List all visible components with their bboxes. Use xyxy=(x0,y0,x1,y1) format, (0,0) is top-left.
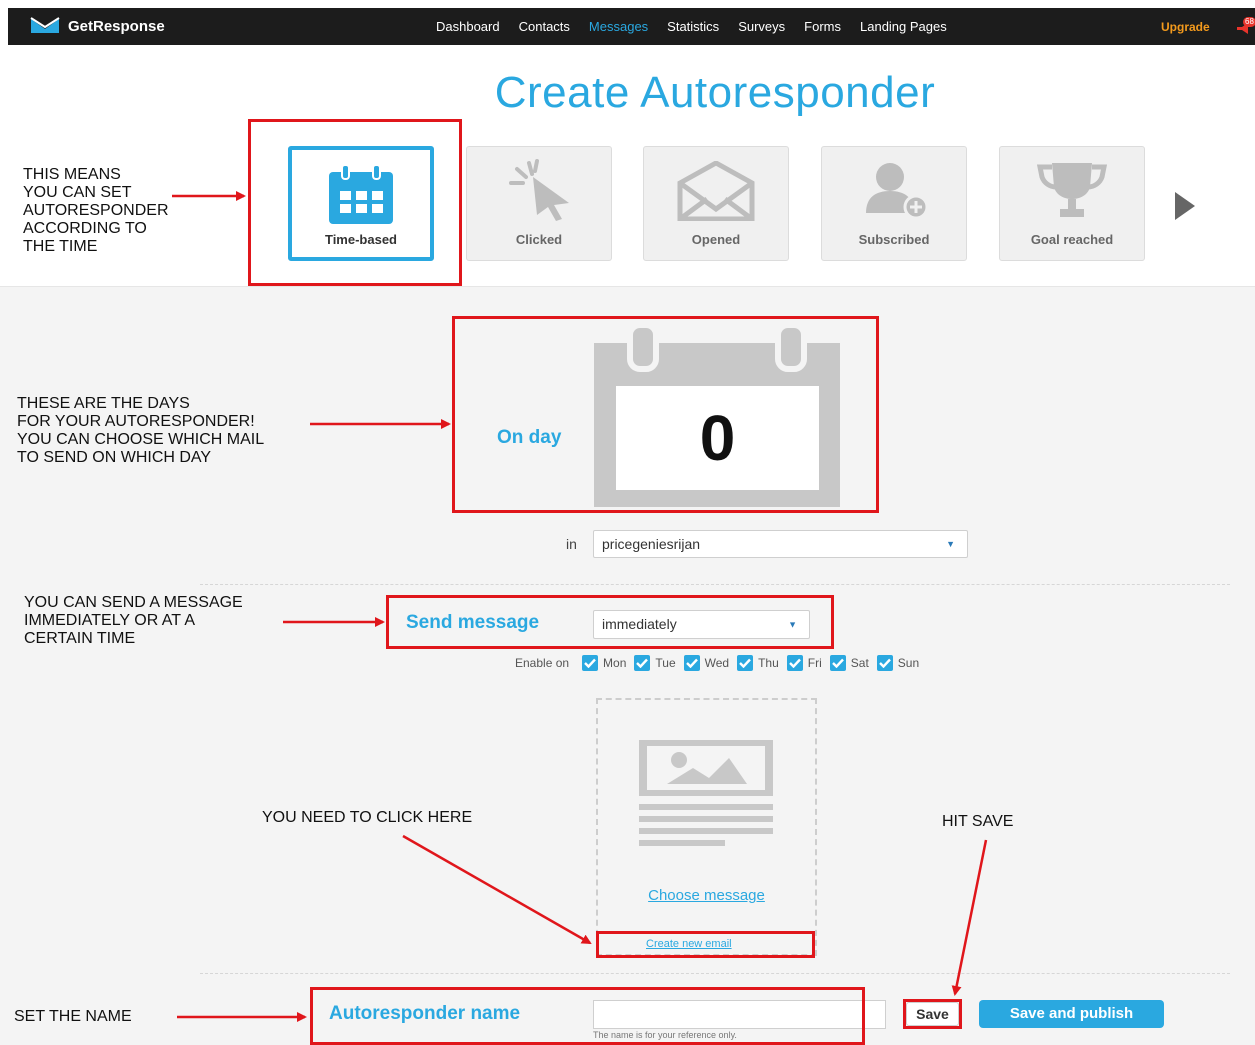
day-checkbox-mon[interactable]: Mon xyxy=(582,655,626,671)
in-label: in xyxy=(566,536,577,552)
message-dropzone[interactable]: Choose message xyxy=(596,698,817,956)
message-template-icon xyxy=(639,740,773,846)
day-label: Mon xyxy=(603,656,627,670)
trophy-icon xyxy=(1036,163,1108,217)
nav-statistics[interactable]: Statistics xyxy=(667,19,719,34)
brand-name: GetResponse xyxy=(68,17,165,35)
day-checkbox-thu[interactable]: Thu xyxy=(737,655,779,671)
day-checkbox-sun[interactable]: Sun xyxy=(876,655,920,671)
divider xyxy=(200,584,1230,585)
checkmark-icon xyxy=(829,655,846,671)
annotation-click-here: YOU NEED TO CLICK HERE xyxy=(262,809,473,826)
day-label: Thu xyxy=(758,656,779,670)
day-label: Sat xyxy=(850,656,869,670)
checkmark-icon xyxy=(683,655,700,671)
nav-landing-pages[interactable]: Landing Pages xyxy=(860,19,947,34)
enable-days-row: Enable on Mon Tue Wed Thu Fri Sat Sun xyxy=(515,655,927,671)
day-checkbox-wed[interactable]: Wed xyxy=(683,655,730,671)
highlight-box-create-email xyxy=(596,931,815,958)
annotation-send: YOU CAN SEND A MESSAGE IMMEDIATELY OR AT… xyxy=(24,594,243,647)
checkmark-icon xyxy=(876,655,893,671)
highlight-box-send xyxy=(386,595,834,649)
day-label: Sun xyxy=(897,656,920,670)
day-checkbox-tue[interactable]: Tue xyxy=(634,655,676,671)
campaign-select-value: pricegeniesrijan xyxy=(602,536,701,552)
tile-label: Goal reached xyxy=(1030,232,1114,247)
highlight-box-save xyxy=(903,999,962,1029)
notifications-button[interactable]: 68 xyxy=(1236,17,1255,36)
page-title: Create Autoresponder xyxy=(494,68,936,117)
day-label: Tue xyxy=(655,656,676,670)
notification-badge: 68 xyxy=(1243,17,1255,27)
nav-surveys[interactable]: Surveys xyxy=(738,19,785,34)
save-and-publish-button[interactable]: Save and publish xyxy=(979,1000,1164,1028)
nav-messages[interactable]: Messages xyxy=(589,19,648,34)
checkmark-icon xyxy=(786,655,803,671)
tile-goal-reached[interactable]: Goal reached xyxy=(999,146,1145,261)
highlight-box-day xyxy=(452,316,879,513)
tile-subscribed[interactable]: Subscribed xyxy=(821,146,967,261)
brand-logo[interactable]: GetResponse xyxy=(30,17,165,35)
next-arrow-icon[interactable] xyxy=(1173,190,1197,222)
tile-label: Clicked xyxy=(515,232,563,247)
nav-forms[interactable]: Forms xyxy=(804,19,841,34)
chevron-down-icon: ▼ xyxy=(946,539,955,549)
checkmark-icon xyxy=(582,655,599,671)
open-envelope-icon xyxy=(677,161,755,221)
day-label: Wed xyxy=(704,656,730,670)
annotation-set-name: SET THE NAME xyxy=(14,1008,132,1025)
divider xyxy=(200,973,1230,974)
nav-contacts[interactable]: Contacts xyxy=(519,19,570,34)
checkmark-icon xyxy=(737,655,754,671)
day-label: Fri xyxy=(807,656,822,670)
checkmark-icon xyxy=(634,655,651,671)
highlight-box-time-based xyxy=(248,119,462,286)
enable-on-label: Enable on xyxy=(515,656,570,670)
top-nav-bar: GetResponse Dashboard Contacts Messages … xyxy=(8,8,1255,45)
tile-opened[interactable]: Opened xyxy=(643,146,789,261)
nav-dashboard[interactable]: Dashboard xyxy=(436,19,500,34)
annotation-days: THESE ARE THE DAYS FOR YOUR AUTORESPONDE… xyxy=(17,395,265,466)
tile-clicked[interactable]: Clicked xyxy=(466,146,612,261)
tile-label: Opened xyxy=(691,232,741,247)
tile-label: Subscribed xyxy=(858,232,930,247)
upgrade-link[interactable]: Upgrade xyxy=(1161,20,1210,34)
campaign-select[interactable]: pricegeniesrijan ▼ xyxy=(593,530,968,558)
main-nav: Dashboard Contacts Messages Statistics S… xyxy=(436,19,947,34)
envelope-logo-icon xyxy=(30,17,60,33)
choose-message-link[interactable]: Choose message xyxy=(598,887,815,904)
day-checkbox-sat[interactable]: Sat xyxy=(829,655,869,671)
annotation-hit-save: HIT SAVE xyxy=(942,813,1014,830)
day-checkbox-fri[interactable]: Fri xyxy=(786,655,822,671)
highlight-box-name xyxy=(310,987,865,1045)
cursor-click-icon xyxy=(509,159,569,221)
user-plus-icon xyxy=(866,163,929,220)
annotation-time: THIS MEANS YOU CAN SET AUTORESPONDER ACC… xyxy=(23,166,169,255)
